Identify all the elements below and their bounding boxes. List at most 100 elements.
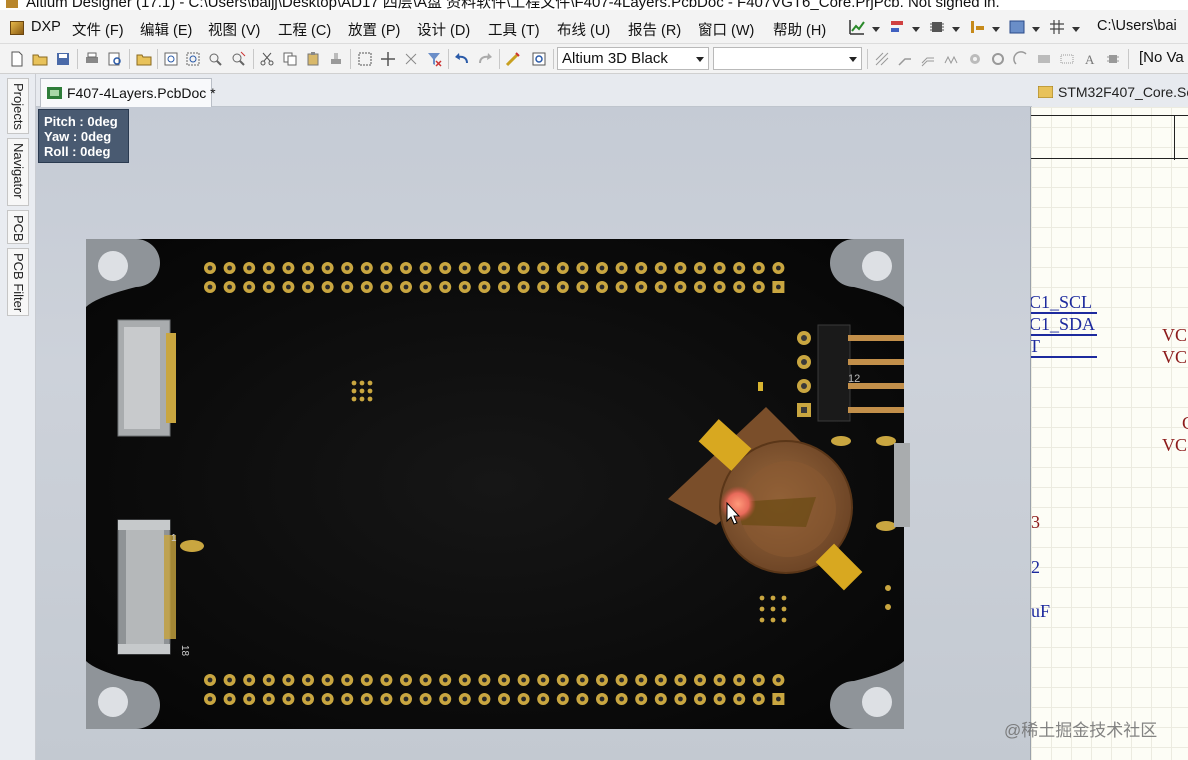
svg-text:A: A [1085,52,1095,67]
open-folder-icon[interactable] [32,51,48,67]
pad-drill-hole [736,677,742,683]
paste-icon[interactable] [305,51,321,67]
panel-tab-pcb[interactable]: PCB [7,210,29,244]
copy-icon[interactable] [282,51,298,67]
pad-drill-hole [246,677,252,683]
pcb-3d-view[interactable]: 1 18 12 Pitch: 0deg Yaw: 0deg Roll: 0… [36,107,1030,760]
fpc-connector-top [117,319,176,437]
panel-tab-navigator[interactable]: Navigator [7,138,29,206]
pad-icon[interactable] [967,51,983,67]
pad-drill-hole [227,677,233,683]
interactive-route-icon[interactable] [897,51,913,67]
grid-tool-icon[interactable] [1048,18,1066,36]
via [759,617,765,623]
pad-drill-hole [246,265,252,271]
pad-drill-hole [442,696,448,702]
pad-drill-hole [697,696,703,702]
pad-drill-hole [462,284,468,290]
zoom-selected-icon[interactable] [207,51,223,67]
panel-tab-pcb-filter[interactable]: PCB Filter [7,248,29,316]
pad-drill-hole [521,284,526,290]
variant-select[interactable] [713,47,862,70]
pad-drill-hole [619,677,624,683]
new-file-icon[interactable] [9,51,25,67]
place-component-icon[interactable] [1105,51,1121,67]
room-tool-icon[interactable] [1008,18,1026,36]
pad-drill-hole [423,284,428,290]
variant-label[interactable]: [No Va [1139,49,1184,66]
chevron-down-icon[interactable] [952,27,960,32]
save-icon[interactable] [55,51,71,67]
diff-pair-icon[interactable] [920,51,936,67]
mount-hole-bl [98,687,128,717]
menu-tools[interactable]: 工具 (T) [488,19,540,40]
menu-route[interactable]: 布线 (U) [557,19,610,40]
cross-probe-icon[interactable] [505,51,521,67]
arc-icon[interactable] [1013,51,1029,67]
via [770,595,776,601]
chevron-down-icon [849,57,857,62]
pitch-readout: Pitch : 0deg [44,114,118,129]
tab-schematic-document[interactable]: STM32F407_Core.Sch [1032,78,1188,107]
align-tool-icon[interactable] [888,18,906,36]
string-icon[interactable]: A [1082,51,1098,67]
pad-drill-hole [423,696,428,702]
menu-file[interactable]: 文件 (F) [72,19,124,40]
pad-drill-hole [540,696,546,702]
view-configuration-select[interactable]: Altium 3D Black [557,47,709,70]
zoom-area-icon[interactable] [185,51,201,67]
schematic-view[interactable]: C1_SCL C1_SDA T VC VC C VC 3 2 uF [1030,107,1188,760]
power-label: VC [1162,435,1188,455]
menu-design[interactable]: 设计 (D) [417,19,470,40]
pcb-board-render[interactable]: 1 18 12 [36,107,1030,760]
chevron-down-icon[interactable] [1072,27,1080,32]
zoom-filtered-icon[interactable] [230,51,246,67]
open-project-icon[interactable] [136,51,152,67]
chart-tool-icon[interactable] [848,18,866,36]
pad-drill-hole [482,265,487,271]
browse-component-icon[interactable] [531,51,547,67]
select-area-icon[interactable] [357,51,373,67]
window-title: Altium Designer (17.1) - C:\Users\baijj\… [26,0,1000,10]
polygon-icon[interactable] [1059,51,1075,67]
rubber-stamp-icon[interactable] [328,51,344,67]
chevron-down-icon[interactable] [992,27,1000,32]
print-icon[interactable] [84,51,100,67]
menu-view[interactable]: 视图 (V) [208,19,260,40]
smd-component [758,382,763,391]
menu-edit[interactable]: 编辑 (E) [140,19,192,40]
zoom-fit-icon[interactable] [163,51,179,67]
fill-icon[interactable] [1036,51,1052,67]
pad-drill-hole [638,677,644,683]
menu-place[interactable]: 放置 (P) [348,19,400,40]
via-icon[interactable] [990,51,1006,67]
schematic-title-block [1031,115,1188,160]
menu-reports[interactable]: 报告 (R) [628,19,681,40]
chevron-down-icon[interactable] [1032,27,1040,32]
panel-tab-projects-label: Projects [11,83,26,130]
clear-filter-icon[interactable] [426,51,442,67]
component-tool-icon[interactable] [928,18,946,36]
hatch-icon[interactable] [874,51,890,67]
menu-help[interactable]: 帮助 (H) [773,19,826,40]
pad-drill-hole [678,265,683,271]
chevron-down-icon[interactable] [912,27,920,32]
menu-window[interactable]: 窗口 (W) [698,19,754,40]
menu-dxp[interactable]: DXP [31,19,61,35]
tune-length-icon[interactable] [943,51,959,67]
yaw-readout: Yaw : 0deg [44,129,112,144]
deselect-icon[interactable] [403,51,419,67]
menu-project[interactable]: 工程 (C) [278,19,331,40]
cut-icon[interactable] [259,51,275,67]
dxp-icon[interactable] [10,21,24,35]
panel-tab-projects[interactable]: Projects [7,78,29,134]
chevron-down-icon[interactable] [872,27,880,32]
redo-icon[interactable] [477,51,493,67]
move-icon[interactable] [380,51,396,67]
pad-drill-hole [756,284,762,290]
tab-pcb-document[interactable]: F407-4Layers.PcbDoc * [40,78,216,107]
distribute-tool-icon[interactable] [968,18,986,36]
undo-icon[interactable] [454,51,470,67]
project-path[interactable]: C:\Users\bai [1097,18,1177,34]
print-preview-icon[interactable] [107,51,123,67]
